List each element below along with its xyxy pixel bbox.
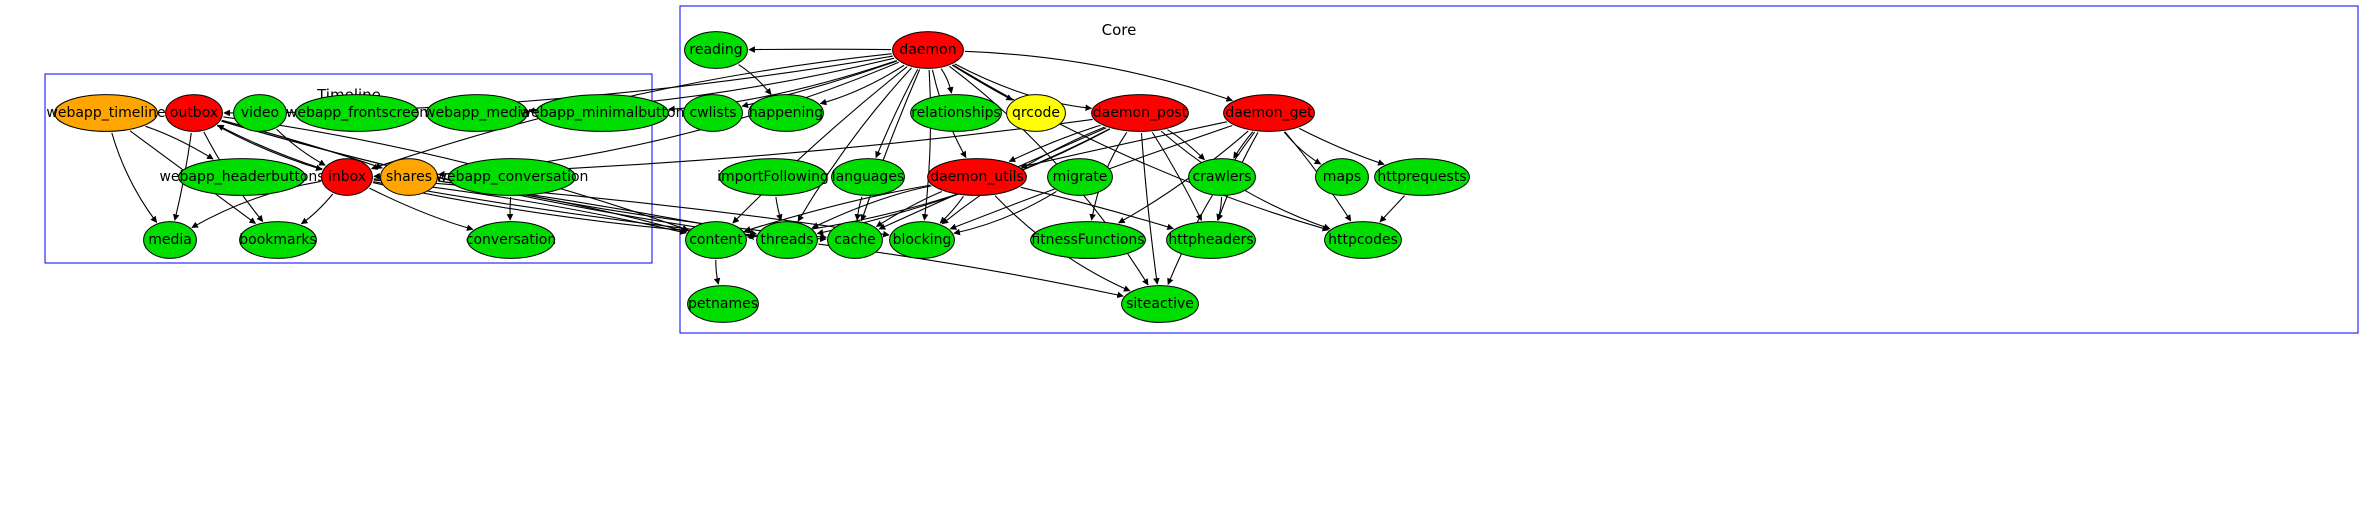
edge (1216, 196, 1223, 221)
node-label-video: video (240, 105, 280, 121)
graph-node-bookmarks[interactable]: bookmarks (239, 221, 317, 259)
edge (1233, 131, 1254, 159)
edge (1167, 131, 1256, 286)
node-label-relationships: relationships (911, 105, 1001, 121)
edge (860, 69, 921, 222)
node-label-webapp_headerbuttons: webapp_headerbuttons (159, 169, 325, 185)
cluster-label-core: Core (1101, 21, 1137, 39)
node-label-media: media (148, 232, 192, 248)
node-label-maps: maps (1322, 169, 1362, 185)
edge (854, 196, 863, 221)
edge (952, 64, 1330, 232)
graph-node-migrate[interactable]: migrate (1047, 158, 1113, 196)
graph-node-httpcodes[interactable]: httpcodes (1324, 221, 1402, 259)
graph-node-httprequests[interactable]: httprequests (1374, 158, 1470, 196)
node-label-daemon_get: daemon_get (1225, 105, 1313, 121)
node-label-httpheaders: httpheaders (1168, 232, 1254, 248)
graph-node-daemon_utils[interactable]: daemon_utils (927, 158, 1027, 196)
node-label-migrate: migrate (1052, 169, 1108, 185)
graph-node-happening[interactable]: happening (748, 94, 824, 132)
graph-node-importFollowing[interactable]: importFollowing (717, 158, 829, 196)
graph-node-media[interactable]: media (143, 221, 197, 259)
graph-node-conversation[interactable]: conversation (465, 221, 557, 259)
graph-node-siteactive[interactable]: siteactive (1121, 285, 1199, 323)
node-label-webapp_timeline: webapp_timeline (46, 105, 166, 121)
graph-node-maps[interactable]: maps (1315, 158, 1369, 196)
node-label-cwlists: cwlists (689, 105, 737, 121)
graph-node-qrcode[interactable]: qrcode (1006, 94, 1066, 132)
node-label-webapp_conversation: webapp_conversation (435, 169, 589, 185)
graph-node-cwlists[interactable]: cwlists (683, 94, 743, 132)
edge (819, 64, 905, 106)
node-label-httprequests: httprequests (1377, 169, 1467, 185)
graph-node-httpheaders[interactable]: httpheaders (1166, 221, 1256, 259)
graph-node-cache[interactable]: cache (827, 221, 883, 259)
edge (300, 193, 334, 225)
node-label-reading: reading (689, 42, 743, 58)
graph-node-crawlers[interactable]: crawlers (1188, 158, 1256, 196)
graph-node-webapp_minimalbutton[interactable]: webapp_minimalbutton (520, 94, 684, 132)
edge (111, 132, 158, 223)
node-label-languages: languages (831, 169, 905, 185)
graph-node-video[interactable]: video (233, 94, 287, 132)
node-label-shares: shares (385, 169, 433, 185)
node-label-siteactive: siteactive (1126, 296, 1194, 312)
edge (797, 67, 912, 222)
node-label-fitnessFunctions: fitnessFunctions (1031, 232, 1145, 248)
graph-canvas: TimelineCore readingdaemonwebapp_timelin… (0, 0, 2364, 511)
edge (1140, 132, 1160, 285)
node-label-blocking: blocking (892, 232, 952, 248)
node-label-cache: cache (834, 232, 876, 248)
graph-node-petnames[interactable]: petnames (687, 285, 759, 323)
graph-node-outbox[interactable]: outbox (165, 94, 223, 132)
node-label-conversation: conversation (465, 232, 557, 248)
graph-node-webapp_media[interactable]: webapp_media (424, 94, 530, 132)
graph-node-shares[interactable]: shares (380, 158, 438, 196)
edge (775, 196, 783, 221)
edge (1167, 129, 1205, 161)
node-label-crawlers: crawlers (1192, 169, 1252, 185)
node-label-qrcode: qrcode (1011, 105, 1061, 121)
node-label-threads: threads (760, 232, 814, 248)
node-label-happening: happening (748, 105, 824, 121)
graph-node-fitnessFunctions[interactable]: fitnessFunctions (1030, 221, 1146, 259)
graph-node-inbox[interactable]: inbox (321, 158, 373, 196)
graph-node-webapp_frontscreen[interactable]: webapp_frontscreen (286, 94, 428, 132)
graph-node-blocking[interactable]: blocking (889, 221, 955, 259)
node-label-outbox: outbox (169, 105, 219, 121)
graph-node-webapp_headerbuttons[interactable]: webapp_headerbuttons (159, 158, 325, 196)
node-label-importFollowing: importFollowing (717, 169, 829, 185)
node-label-httpcodes: httpcodes (1328, 232, 1398, 248)
graph-node-webapp_timeline[interactable]: webapp_timeline (46, 94, 166, 132)
node-label-webapp_media: webapp_media (424, 105, 530, 121)
graph-node-daemon_post[interactable]: daemon_post (1091, 94, 1189, 132)
node-label-inbox: inbox (327, 169, 367, 185)
edge (506, 196, 514, 221)
graph-node-threads[interactable]: threads (756, 221, 818, 259)
edge (940, 68, 954, 94)
node-label-webapp_minimalbutton: webapp_minimalbutton (519, 105, 685, 121)
node-label-webapp_frontscreen: webapp_frontscreen (285, 105, 429, 121)
edge (738, 64, 772, 96)
graph-node-reading[interactable]: reading (684, 31, 748, 69)
edge (1379, 195, 1405, 223)
graph-node-content[interactable]: content (685, 221, 747, 259)
node-label-petnames: petnames (688, 296, 758, 312)
graph-node-daemon[interactable]: daemon (892, 31, 964, 69)
node-label-daemon: daemon (899, 42, 957, 58)
graph-node-daemon_get[interactable]: daemon_get (1223, 94, 1315, 132)
node-label-bookmarks: bookmarks (239, 232, 317, 248)
graph-node-languages[interactable]: languages (831, 158, 905, 196)
graph-node-relationships[interactable]: relationships (910, 94, 1002, 132)
graph-node-webapp_conversation[interactable]: webapp_conversation (436, 158, 588, 196)
node-label-content: content (689, 232, 743, 248)
node-label-daemon_utils: daemon_utils (930, 169, 1024, 185)
edge (939, 195, 964, 224)
edge (921, 69, 932, 221)
edge (732, 66, 908, 224)
edge (713, 259, 721, 285)
node-label-daemon_post: daemon_post (1092, 105, 1188, 121)
